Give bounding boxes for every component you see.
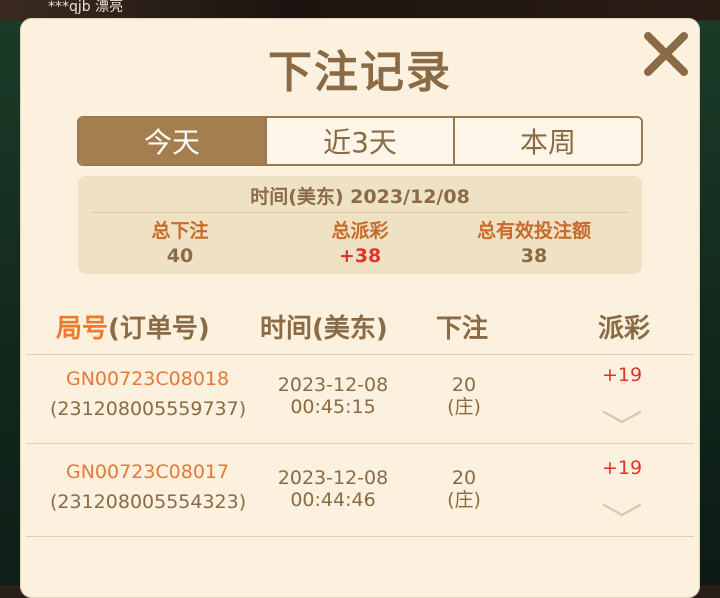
bet-record-dialog: 下注记录 今天 近3天 本周 时间(美东) 2023/12/08 总下注 40 … (20, 18, 700, 598)
close-icon (644, 32, 688, 76)
summary-time: 时间(美东) 2023/12/08 (250, 186, 470, 208)
summary-box: 时间(美东) 2023/12/08 总下注 40 总派彩 +38 总有效投注额 … (78, 176, 642, 274)
tab-last-3-days[interactable]: 近3天 (265, 118, 453, 164)
background-player-text: ***qjb 漂亮 (48, 0, 124, 15)
summary-divider (92, 212, 628, 213)
order-number: (231208005554323) (50, 491, 247, 513)
row-payout: +19 (601, 457, 643, 479)
background-table-left (0, 20, 22, 585)
expand-row-button[interactable] (600, 406, 644, 426)
header-payout: 派彩 (598, 314, 651, 344)
close-button[interactable] (640, 28, 692, 80)
table-divider (26, 443, 694, 444)
order-number: (231208005559737) (50, 398, 247, 420)
background-top-bar: ***qjb 漂亮 (0, 0, 720, 20)
background-table-right (698, 20, 720, 585)
total-bet-value: 40 (166, 245, 194, 267)
total-valid-bet-value: 38 (520, 245, 548, 267)
row-bet: 20 (庄) (424, 374, 504, 418)
dialog-title: 下注记录 (268, 47, 452, 98)
summary-total-valid-bet: 总有效投注额 38 (440, 216, 628, 267)
total-payout-value: +38 (338, 245, 382, 267)
table-row: GN00723C08017 (231208005554323) 2023-12-… (20, 451, 700, 539)
row-date: 2023-12-08 (277, 467, 389, 489)
row-bet-amount: 20 (451, 374, 477, 396)
row-bet-amount: 20 (451, 467, 477, 489)
tab-today[interactable]: 今天 (79, 118, 265, 164)
summary-total-payout: 总派彩 +38 (266, 216, 454, 267)
date-range-tabs: 今天 近3天 本周 (77, 116, 643, 166)
row-clock: 00:44:46 (290, 489, 376, 511)
header-round-accent: 局号 (56, 314, 109, 344)
total-valid-bet-label: 总有效投注额 (476, 220, 591, 242)
table-row: GN00723C08018 (231208005559737) 2023-12-… (20, 358, 700, 446)
table-divider (26, 536, 694, 537)
header-time: 时间(美东) (260, 314, 388, 344)
header-bet: 下注 (436, 314, 489, 344)
row-clock: 00:45:15 (290, 396, 376, 418)
row-time: 2023-12-08 00:44:46 (258, 467, 408, 511)
total-payout-label: 总派彩 (331, 220, 389, 242)
table-header: 局号(订单号) 时间(美东) 下注 派彩 (20, 308, 700, 348)
header-round-order: (订单号) (108, 314, 210, 344)
expand-row-button[interactable] (600, 499, 644, 519)
round-number: GN00723C08017 (66, 461, 230, 483)
row-date: 2023-12-08 (277, 374, 389, 396)
header-round: 局号(订单号) (56, 308, 210, 345)
row-bet: 20 (庄) (424, 467, 504, 511)
tab-this-week[interactable]: 本周 (453, 118, 641, 164)
total-bet-label: 总下注 (151, 220, 209, 242)
chevron-down-icon (602, 410, 642, 424)
chevron-down-icon (602, 503, 642, 517)
row-bet-side: (庄) (447, 396, 481, 418)
row-payout: +19 (601, 364, 643, 386)
row-time: 2023-12-08 00:45:15 (258, 374, 408, 418)
row-bet-side: (庄) (447, 489, 481, 511)
table-divider (26, 354, 694, 355)
round-number: GN00723C08018 (66, 368, 230, 390)
summary-total-bet: 总下注 40 (86, 216, 274, 267)
